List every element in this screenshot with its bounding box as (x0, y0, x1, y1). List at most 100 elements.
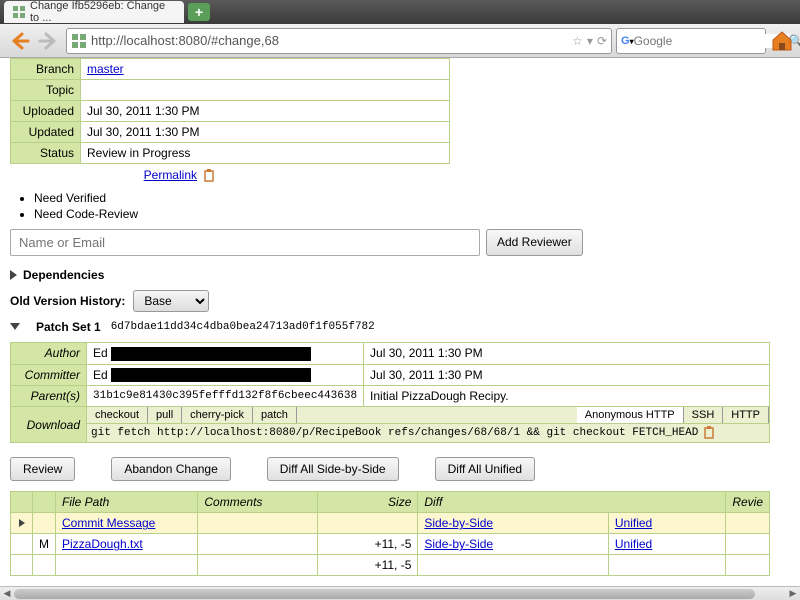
file-link[interactable]: Commit Message (62, 516, 155, 530)
download-tab-pull[interactable]: pull (148, 407, 182, 423)
need-item: Need Verified (34, 191, 790, 205)
uploaded-label: Uploaded (11, 101, 81, 122)
patch-set-header[interactable]: Patch Set 1 6d7bdae11dd34c4dba0bea24713a… (10, 320, 790, 334)
tab-favicon-icon (12, 5, 26, 19)
download-command-text: git fetch http://localhost:8080/p/Recipe… (91, 427, 698, 439)
browser-navbar: ☆ ▾ ⟳ G▾ 🔍 (0, 24, 800, 58)
protocol-tab-anon-http[interactable]: Anonymous HTTP (577, 407, 684, 423)
parents-label: Parent(s) (11, 386, 87, 407)
diff-sbs-link[interactable]: Side-by-Side (424, 537, 493, 551)
download-tab-patch[interactable]: patch (253, 407, 297, 423)
permalink-row: Permalink (10, 168, 350, 183)
version-history-select[interactable]: Base (133, 290, 209, 312)
diff-unified-link[interactable]: Unified (615, 537, 652, 551)
scroll-right-icon[interactable]: ▶ (786, 588, 800, 600)
forward-button[interactable] (36, 28, 62, 54)
col-reviewed: Revie (726, 492, 770, 513)
clipboard-icon[interactable] (202, 169, 216, 183)
version-history-row: Old Version History: Base (10, 290, 790, 312)
col-comments: Comments (198, 492, 318, 513)
dropdown-icon[interactable]: ▾ (587, 34, 593, 48)
google-icon: G▾ (621, 35, 634, 47)
diff-sbs-link[interactable]: Side-by-Side (424, 516, 493, 530)
parent-message: Initial PizzaDough Recipy. (364, 386, 770, 407)
protocol-tab-http[interactable]: HTTP (723, 407, 769, 423)
file-size (318, 513, 418, 534)
horizontal-scrollbar[interactable]: ◀ ▶ (0, 586, 800, 600)
status-value: Review in Progress (81, 143, 450, 164)
author-date: Jul 30, 2011 1:30 PM (364, 342, 770, 364)
page-content: Branchmaster Topic UploadedJul 30, 2011 … (0, 58, 800, 600)
download-tabs: checkout pull cherry-pick patch Anonymou… (87, 407, 769, 423)
reload-icon[interactable]: ⟳ (597, 34, 607, 48)
updated-value: Jul 30, 2011 1:30 PM (81, 122, 450, 143)
table-row-total: +11, -5 (11, 555, 770, 576)
patch-set-table: Author Ed Jul 30, 2011 1:30 PM Committer… (10, 342, 770, 444)
status-label: Status (11, 143, 81, 164)
download-tab-cherry-pick[interactable]: cherry-pick (182, 407, 253, 423)
browser-titlebar: Change Ifb5296eb: Change to ... + (0, 0, 800, 24)
file-link[interactable]: PizzaDough.txt (62, 537, 143, 551)
committer-date: Jul 30, 2011 1:30 PM (364, 364, 770, 386)
row-expand-icon[interactable] (19, 519, 25, 527)
col-size: Size (318, 492, 418, 513)
browser-tab[interactable]: Change Ifb5296eb: Change to ... (4, 1, 184, 23)
topic-label: Topic (11, 80, 81, 101)
patch-set-title: Patch Set 1 (36, 320, 101, 334)
diff-unified-button[interactable]: Diff All Unified (435, 457, 535, 481)
permalink-link[interactable]: Permalink (144, 168, 197, 182)
col-diff: Diff (418, 492, 726, 513)
diff-sbs-button[interactable]: Diff All Side-by-Side (267, 457, 399, 481)
home-button[interactable] (770, 29, 794, 53)
search-bar[interactable]: G▾ 🔍 (616, 28, 766, 54)
add-reviewer-button[interactable]: Add Reviewer (486, 229, 583, 256)
download-label: Download (11, 407, 87, 443)
change-info-table: Branch master Topic UploadedJul 30, 2011 … (10, 58, 450, 164)
table-row: M PizzaDough.txt +11, -5 Side-by-Side Un… (11, 534, 770, 555)
new-tab-button[interactable]: + (188, 3, 210, 21)
download-command[interactable]: git fetch http://localhost:8080/p/Recipe… (87, 424, 769, 442)
back-button[interactable] (6, 28, 32, 54)
action-buttons: Review Abandon Change Diff All Side-by-S… (10, 457, 790, 481)
reviewer-input[interactable] (10, 229, 480, 256)
expand-right-icon (10, 270, 17, 280)
uploaded-value: Jul 30, 2011 1:30 PM (81, 101, 450, 122)
author-label: Author (11, 342, 87, 364)
version-history-label: Old Version History: (10, 294, 125, 308)
bookmark-star-icon[interactable]: ☆ (572, 34, 583, 48)
clipboard-icon[interactable] (702, 426, 716, 440)
search-input[interactable] (634, 34, 789, 48)
col-file-path: File Path (56, 492, 198, 513)
home-icon (770, 29, 794, 53)
url-favicon-icon (71, 33, 87, 49)
abandon-button[interactable]: Abandon Change (111, 457, 230, 481)
committer-name: Ed (93, 368, 108, 382)
author-name: Ed (93, 346, 108, 360)
committer-label: Committer (11, 364, 87, 386)
parent-hash: 31b1c9e81430c395fefffd132f8f6cbeec443638 (87, 386, 364, 407)
download-tab-checkout[interactable]: checkout (87, 407, 148, 423)
topic-value (81, 80, 450, 101)
arrow-right-icon (38, 30, 60, 52)
branch-link[interactable]: master (87, 62, 124, 76)
scroll-left-icon[interactable]: ◀ (0, 588, 14, 600)
protocol-tab-ssh[interactable]: SSH (684, 407, 724, 423)
total-size: +11, -5 (318, 555, 418, 576)
scroll-thumb[interactable] (14, 589, 755, 599)
url-actions: ☆ ▾ ⟳ (572, 34, 607, 48)
redacted-email (111, 347, 311, 361)
needs-list: Need Verified Need Code-Review (34, 191, 790, 221)
table-row: Commit Message Side-by-Side Unified (11, 513, 770, 534)
file-mark (33, 513, 56, 534)
url-input[interactable] (91, 33, 572, 48)
file-mark: M (33, 534, 56, 555)
url-bar[interactable]: ☆ ▾ ⟳ (66, 28, 612, 54)
branch-label: Branch (11, 59, 81, 80)
dependencies-section[interactable]: Dependencies (10, 268, 790, 282)
need-item: Need Code-Review (34, 207, 790, 221)
diff-unified-link[interactable]: Unified (615, 516, 652, 530)
tab-title: Change Ifb5296eb: Change to ... (30, 0, 176, 24)
add-reviewer-row: Add Reviewer (10, 229, 790, 256)
arrow-left-icon (8, 30, 30, 52)
review-button[interactable]: Review (10, 457, 75, 481)
